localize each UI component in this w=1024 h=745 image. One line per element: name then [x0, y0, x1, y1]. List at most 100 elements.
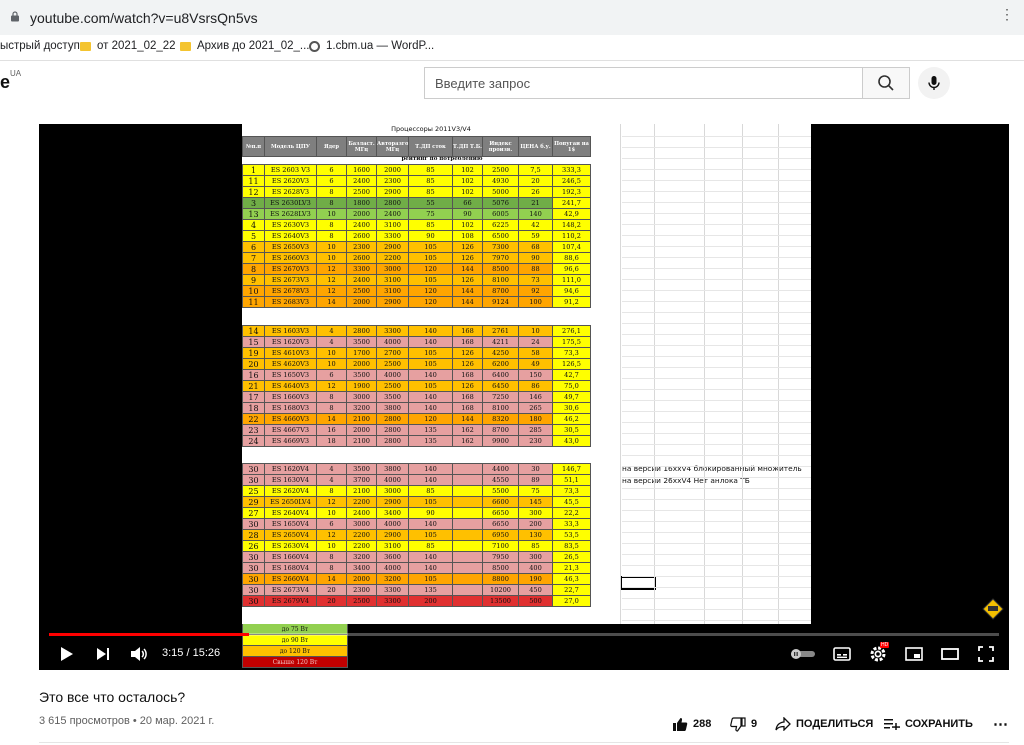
table-cell[interactable]: 26: [518, 186, 553, 198]
table-cell[interactable]: 6: [316, 164, 347, 176]
table-cell[interactable]: 2100: [346, 435, 377, 447]
table-cell[interactable]: 200: [518, 518, 553, 530]
table-cell[interactable]: 1600: [346, 164, 377, 176]
table-cell[interactable]: 105: [408, 241, 453, 253]
table-cell[interactable]: 20: [316, 595, 347, 607]
table-cell[interactable]: 5: [242, 230, 265, 242]
table-cell[interactable]: 2500: [376, 380, 409, 392]
table-cell[interactable]: 59: [518, 230, 553, 242]
table-cell[interactable]: ES 2673V4: [264, 584, 317, 596]
menu-dots-icon[interactable]: ⋮: [1000, 6, 1014, 23]
table-cell[interactable]: 2400: [346, 274, 377, 286]
table-cell[interactable]: 26: [242, 540, 265, 552]
table-cell[interactable]: 11: [242, 296, 265, 308]
table-cell[interactable]: 3600: [376, 551, 409, 563]
table-cell[interactable]: 105: [408, 252, 453, 264]
table-cell[interactable]: 33,3: [552, 518, 591, 530]
table-cell[interactable]: 2000: [376, 164, 409, 176]
table-cell[interactable]: 140: [408, 474, 453, 486]
table-cell[interactable]: 140: [408, 463, 453, 475]
play-button[interactable]: [55, 642, 79, 666]
table-cell[interactable]: 500: [518, 595, 553, 607]
table-cell[interactable]: 110,2: [552, 230, 591, 242]
table-cell[interactable]: 1700: [346, 347, 377, 359]
table-cell[interactable]: 8700: [482, 285, 519, 297]
table-cell[interactable]: 4000: [376, 518, 409, 530]
table-cell[interactable]: 150: [518, 369, 553, 381]
table-cell[interactable]: 90: [408, 230, 453, 242]
table-cell[interactable]: 20: [518, 175, 553, 187]
table-cell[interactable]: 3000: [376, 485, 409, 497]
table-cell[interactable]: 3100: [376, 219, 409, 231]
table-cell[interactable]: 7970: [482, 252, 519, 264]
table-cell[interactable]: ES 4610V3: [264, 347, 317, 359]
table-cell[interactable]: 1800: [346, 197, 377, 209]
table-cell[interactable]: 29: [242, 496, 265, 508]
table-cell[interactable]: 3200: [346, 551, 377, 563]
table-cell[interactable]: 190: [518, 573, 553, 585]
table-cell[interactable]: 85: [408, 186, 453, 198]
table-cell[interactable]: ES 2620V4: [264, 485, 317, 497]
table-cell[interactable]: 3000: [376, 263, 409, 275]
table-cell[interactable]: 140: [408, 336, 453, 348]
table-cell[interactable]: 2300: [346, 241, 377, 253]
table-cell[interactable]: 12: [316, 274, 347, 286]
table-cell[interactable]: 85: [408, 164, 453, 176]
subtitles-button[interactable]: [829, 642, 855, 666]
table-cell[interactable]: 30,6: [552, 402, 591, 414]
table-cell[interactable]: 7950: [482, 551, 519, 563]
table-cell[interactable]: 30: [242, 518, 265, 530]
table-cell[interactable]: 2600: [346, 230, 377, 242]
table-cell[interactable]: 100: [518, 296, 553, 308]
table-cell[interactable]: 75,0: [552, 380, 591, 392]
table-cell[interactable]: 10: [518, 325, 553, 337]
table-cell[interactable]: 6400: [482, 369, 519, 381]
table-cell[interactable]: 2500: [346, 285, 377, 297]
table-cell[interactable]: 300: [518, 551, 553, 563]
table-cell[interactable]: 2500: [482, 164, 519, 176]
table-cell[interactable]: [452, 474, 483, 486]
table-cell[interactable]: 85: [408, 175, 453, 187]
table-cell[interactable]: 49: [518, 358, 553, 370]
table-cell[interactable]: 162: [452, 435, 483, 447]
table-cell[interactable]: 120: [408, 413, 453, 425]
table-cell[interactable]: 3300: [376, 595, 409, 607]
table-cell[interactable]: 30: [242, 562, 265, 574]
table-cell[interactable]: 43,0: [552, 435, 591, 447]
table-cell[interactable]: ES 4667V3: [264, 424, 317, 436]
table-cell[interactable]: 105: [408, 274, 453, 286]
table-cell[interactable]: 10: [316, 208, 347, 220]
table-cell[interactable]: 12: [242, 186, 265, 198]
share-button[interactable]: ПОДЕЛИТЬСЯ: [775, 716, 873, 732]
table-cell[interactable]: 135: [408, 424, 453, 436]
search-button[interactable]: [862, 67, 910, 99]
table-cell[interactable]: 8: [316, 391, 347, 403]
like-button[interactable]: 288: [672, 716, 711, 732]
table-cell[interactable]: 2000: [346, 358, 377, 370]
table-cell[interactable]: 58: [518, 347, 553, 359]
table-cell[interactable]: ES 2673V3: [264, 274, 317, 286]
table-cell[interactable]: 8700: [482, 424, 519, 436]
table-cell[interactable]: 30: [242, 463, 265, 475]
table-cell[interactable]: 6: [316, 369, 347, 381]
table-cell[interactable]: 12: [316, 529, 347, 541]
table-cell[interactable]: 3: [242, 197, 265, 209]
table-cell[interactable]: 105: [408, 380, 453, 392]
table-cell[interactable]: 28: [242, 529, 265, 541]
table-cell[interactable]: ES 2650V4: [264, 529, 317, 541]
table-cell[interactable]: 30: [242, 584, 265, 596]
table-cell[interactable]: 10: [316, 347, 347, 359]
table-cell[interactable]: 2900: [376, 241, 409, 253]
table-cell[interactable]: 140: [408, 518, 453, 530]
table-cell[interactable]: 6225: [482, 219, 519, 231]
table-cell[interactable]: 2900: [376, 296, 409, 308]
bookmark-cbm[interactable]: 1.cbm.ua — WordP...: [309, 40, 434, 52]
table-cell[interactable]: 4000: [376, 369, 409, 381]
table-cell[interactable]: 2800: [376, 413, 409, 425]
table-cell[interactable]: 3500: [346, 463, 377, 475]
table-cell[interactable]: ES 2660V4: [264, 573, 317, 585]
table-cell[interactable]: 4000: [376, 474, 409, 486]
table-cell[interactable]: 126: [452, 252, 483, 264]
table-cell[interactable]: 333,3: [552, 164, 591, 176]
table-cell[interactable]: 8: [316, 219, 347, 231]
